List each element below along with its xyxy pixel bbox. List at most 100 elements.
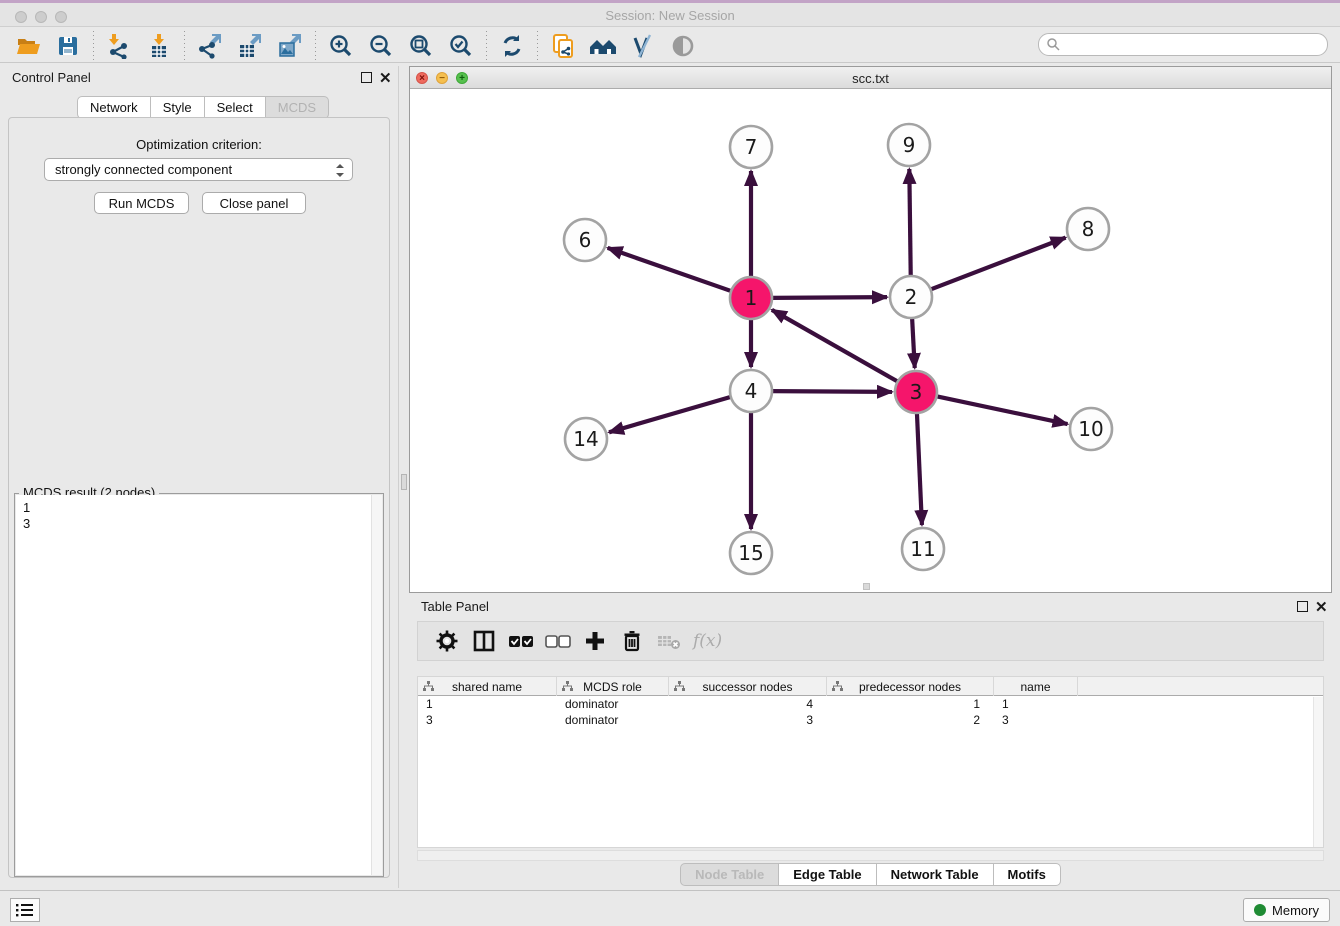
hierarchy-icon bbox=[562, 681, 573, 692]
export-image-icon[interactable] bbox=[270, 31, 310, 61]
tab-mcds[interactable]: MCDS bbox=[266, 96, 329, 119]
tab-network[interactable]: Network bbox=[77, 96, 151, 119]
memory-status-icon bbox=[1254, 904, 1266, 916]
zoom-selected-icon[interactable] bbox=[441, 31, 481, 61]
tab-style[interactable]: Style bbox=[151, 96, 205, 119]
tab-network-table[interactable]: Network Table bbox=[877, 863, 994, 886]
column-header-name[interactable]: name bbox=[994, 677, 1078, 696]
criterion-dropdown[interactable]: strongly connected component bbox=[44, 158, 353, 181]
column-header-shared-name[interactable]: shared name bbox=[418, 677, 557, 696]
settings-gear-icon[interactable] bbox=[428, 625, 465, 657]
hierarchy-icon bbox=[832, 681, 843, 692]
table-cell[interactable]: 4 bbox=[669, 696, 827, 712]
table-tabs: Node TableEdge TableNetwork TableMotifs bbox=[409, 863, 1332, 886]
table-cell[interactable]: 1 bbox=[418, 696, 557, 712]
node-label-9: 9 bbox=[903, 133, 916, 157]
edge-4-3[interactable] bbox=[772, 391, 892, 392]
close-table-panel-icon[interactable]: ✕ bbox=[1315, 598, 1328, 616]
window-title: Session: New Session bbox=[0, 8, 1340, 23]
toolbar-separator bbox=[537, 31, 538, 61]
edge-3-10[interactable] bbox=[937, 396, 1068, 424]
column-header-MCDS-role[interactable]: MCDS role bbox=[557, 677, 669, 696]
edge-3-11[interactable] bbox=[917, 413, 922, 525]
table-cell[interactable]: 3 bbox=[669, 712, 827, 728]
close-panel-icon[interactable]: ✕ bbox=[379, 69, 392, 87]
table-panel-title: Table Panel bbox=[421, 599, 489, 614]
node-label-8: 8 bbox=[1082, 217, 1095, 241]
column-header-successor-nodes[interactable]: successor nodes bbox=[669, 677, 827, 696]
search-icon bbox=[1046, 37, 1061, 52]
show-graphics-details-icon[interactable] bbox=[663, 31, 703, 61]
table-cell[interactable]: dominator bbox=[557, 712, 669, 728]
column-header-predecessor-nodes[interactable]: predecessor nodes bbox=[827, 677, 994, 696]
hierarchy-icon bbox=[674, 681, 685, 692]
float-panel-icon[interactable] bbox=[361, 72, 372, 83]
select-all-columns-icon[interactable] bbox=[502, 625, 539, 657]
zoom-out-icon[interactable] bbox=[361, 31, 401, 61]
chevron-updown-icon bbox=[334, 162, 346, 182]
open-session-icon[interactable] bbox=[8, 31, 48, 61]
memory-button[interactable]: Memory bbox=[1243, 898, 1330, 922]
edge-1-2[interactable] bbox=[772, 297, 887, 298]
split-columns-icon[interactable] bbox=[465, 625, 502, 657]
table-cell[interactable]: 2 bbox=[827, 712, 994, 728]
refresh-icon[interactable] bbox=[492, 31, 532, 61]
network-canvas[interactable]: 7968124314101511 bbox=[410, 89, 1331, 592]
table-toolbar: f(x) bbox=[417, 621, 1324, 661]
splitter-grip[interactable] bbox=[401, 474, 407, 490]
table-cell[interactable]: dominator bbox=[557, 696, 669, 712]
node-label-7: 7 bbox=[745, 135, 758, 159]
canvas-resize-grip[interactable] bbox=[863, 583, 870, 590]
duplicate-network-icon[interactable] bbox=[543, 31, 583, 61]
delete-column-icon[interactable] bbox=[613, 625, 650, 657]
import-table-icon[interactable] bbox=[139, 31, 179, 61]
search-input[interactable] bbox=[1038, 33, 1328, 56]
edge-3-1[interactable] bbox=[772, 310, 898, 382]
node-label-1: 1 bbox=[745, 286, 758, 310]
table-hscrollbar[interactable] bbox=[417, 850, 1324, 861]
export-table-icon[interactable] bbox=[230, 31, 270, 61]
edge-2-3[interactable] bbox=[912, 318, 915, 368]
network-graph[interactable]: 7968124314101511 bbox=[410, 89, 1331, 592]
close-panel-button[interactable]: Close panel bbox=[202, 192, 306, 214]
table-cell[interactable]: 1 bbox=[994, 696, 1078, 712]
save-session-icon[interactable] bbox=[48, 31, 88, 61]
node-label-2: 2 bbox=[905, 285, 918, 309]
import-network-icon[interactable] bbox=[99, 31, 139, 61]
tab-select[interactable]: Select bbox=[205, 96, 266, 119]
table-row[interactable]: 3dominator323 bbox=[418, 712, 1323, 728]
zoom-fit-icon[interactable] bbox=[401, 31, 441, 61]
table-cell[interactable]: 3 bbox=[418, 712, 557, 728]
tab-motifs[interactable]: Motifs bbox=[994, 863, 1061, 886]
tab-node-table[interactable]: Node Table bbox=[680, 863, 779, 886]
zoom-in-icon[interactable] bbox=[321, 31, 361, 61]
deselect-all-columns-icon[interactable] bbox=[539, 625, 576, 657]
edge-1-6[interactable] bbox=[608, 248, 732, 291]
edge-2-8[interactable] bbox=[931, 238, 1066, 290]
edge-2-9[interactable] bbox=[909, 169, 910, 276]
edge-4-14[interactable] bbox=[609, 397, 731, 432]
toolbar-separator bbox=[93, 31, 94, 61]
run-mcds-button[interactable]: Run MCDS bbox=[94, 192, 189, 214]
table-scrollbar[interactable] bbox=[1313, 697, 1323, 847]
node-label-11: 11 bbox=[910, 537, 935, 561]
table-cell[interactable]: 1 bbox=[827, 696, 994, 712]
panel-splitter[interactable] bbox=[398, 66, 409, 888]
mcds-result-box: MCDS result (2 nodes) 1 3 bbox=[14, 493, 384, 877]
network-window-title: scc.txt bbox=[410, 71, 1331, 86]
vizmapper-icon[interactable] bbox=[623, 31, 663, 61]
table-row[interactable]: 1dominator411 bbox=[418, 696, 1323, 712]
result-scrollbar[interactable] bbox=[371, 495, 382, 875]
mcds-result-text[interactable]: 1 3 bbox=[16, 495, 371, 875]
table-panel-header: Table Panel ✕ bbox=[409, 595, 1332, 619]
status-bar: Memory bbox=[0, 890, 1340, 926]
tab-edge-table[interactable]: Edge Table bbox=[779, 863, 876, 886]
export-network-icon[interactable] bbox=[190, 31, 230, 61]
network-window-titlebar[interactable]: × − + scc.txt bbox=[410, 67, 1331, 89]
task-history-button[interactable] bbox=[10, 898, 40, 922]
add-column-icon[interactable] bbox=[576, 625, 613, 657]
node-label-10: 10 bbox=[1078, 417, 1103, 441]
float-table-panel-icon[interactable] bbox=[1297, 601, 1308, 612]
home-icon[interactable] bbox=[583, 31, 623, 61]
table-cell[interactable]: 3 bbox=[994, 712, 1078, 728]
